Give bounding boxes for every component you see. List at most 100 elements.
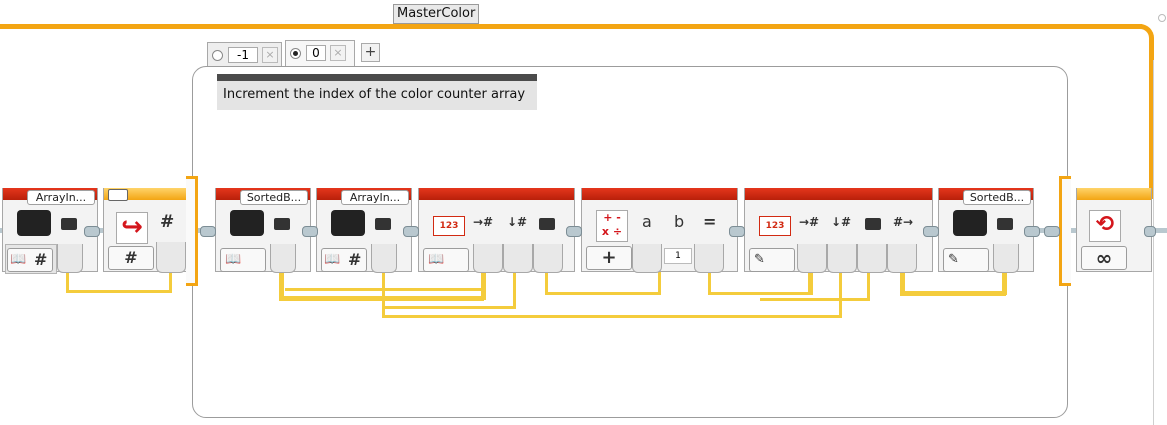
variable-name-label[interactable]: ArrayIn... [341,190,409,205]
sequence-connector[interactable] [1144,226,1156,237]
variable-block-sortedb-2[interactable]: SortedB... ✎ [938,188,1034,273]
sequence-connector[interactable] [200,226,216,237]
input-b-value[interactable]: 1 [664,248,692,264]
variable-name-label[interactable]: SortedB... [963,190,1031,205]
sequence-connector[interactable] [729,226,745,237]
index-input-plug[interactable] [827,244,857,273]
case-radio-minus1[interactable] [212,50,223,61]
block-header [419,188,574,200]
block-header [745,188,932,200]
array-icon: 123 [759,216,791,236]
briefcase-small-icon [61,218,77,230]
math-block[interactable]: + -x ÷ a b = + 1 [581,188,738,273]
wire [760,298,870,301]
loop-name-label[interactable]: MasterColor [393,4,480,24]
number-type-icon: # [34,250,48,269]
switch-block[interactable]: ↪ # # [103,188,187,273]
array-operations-block-read[interactable]: 123 →# ↓# 📖 [418,188,575,273]
loop-end-block[interactable]: ⟲ ∞ [1076,188,1152,272]
index-input-plug[interactable] [503,244,533,273]
input-b-label: b [674,212,685,231]
index-input-icon: ↓# [507,215,528,229]
loop-frame-top [0,24,1142,29]
suitcase-icon [230,210,264,236]
block-header [582,188,737,200]
case-delete-minus1[interactable]: × [262,47,278,63]
variable-block-arrayin-2[interactable]: ArrayIn... 📖 # [316,188,412,273]
case-value-0[interactable]: 0 [306,45,326,61]
numeric-icon: # [160,212,175,232]
array-operations-block-write[interactable]: 123 →# ↓# #→ ✎ [744,188,933,273]
mode-selector-button[interactable]: 📖 # [321,248,367,272]
variable-block-sortedb-1[interactable]: SortedB... 📖 [215,188,311,273]
book-index-icon: 📖 [428,252,445,267]
mode-selector-button[interactable]: 📖 [423,248,469,272]
sequence-connector[interactable] [1024,226,1040,237]
result-label: = [703,212,717,231]
wire-thick [900,291,1006,296]
case-radio-0[interactable] [290,48,301,59]
wire [66,270,69,292]
input-a-label: a [642,212,652,231]
infinity-icon[interactable]: ∞ [1081,246,1127,270]
loop-frame-resize[interactable] [1158,14,1166,22]
mode-selector-button[interactable]: 📖 # [7,248,53,272]
value-input-plug[interactable] [857,244,887,273]
array-input-icon: →# [473,215,494,229]
book-icon: 📖 [324,252,341,267]
loop-frame-right-edge [1153,60,1154,425]
sequence-connector[interactable] [403,226,419,237]
array-input-plug[interactable] [797,244,827,273]
wire [658,270,661,294]
wire-thick [481,270,486,300]
comment-box[interactable]: Increment the index of the color counter… [217,74,537,110]
view-toggle-icon[interactable] [108,189,128,201]
output-plug[interactable] [270,244,296,273]
result-plug[interactable] [694,244,724,273]
input-plug[interactable] [993,244,1019,273]
case-tab-0[interactable]: 0 × [285,40,355,67]
book-icon: 📖 [10,252,27,267]
variable-name-label[interactable]: SortedB... [240,190,308,205]
wire [382,306,516,309]
wire [708,270,711,294]
mode-selector-button[interactable]: 📖 [220,248,266,272]
wire [513,270,516,308]
wire [867,270,870,300]
block-header [1077,188,1151,200]
wire [285,288,485,291]
array-output-plug[interactable] [887,244,917,273]
comment-text: Increment the index of the color counter… [223,87,526,102]
mode-selector-button[interactable]: # [108,246,154,270]
output-plug[interactable] [57,244,83,273]
variable-name-label[interactable]: ArrayIn... [27,190,95,205]
loop-icon: ⟲ [1089,210,1121,242]
case-value-minus1[interactable]: -1 [228,47,258,63]
case-tab-minus1[interactable]: -1 × [207,42,282,67]
input-plug[interactable] [156,242,186,273]
add-case-button[interactable]: + [361,43,380,62]
sequence-connector[interactable] [1044,226,1060,237]
sequence-connector[interactable] [302,226,318,237]
output-plug[interactable] [371,244,397,273]
sequence-connector[interactable] [566,226,582,237]
wire [169,270,172,292]
add-mode-button[interactable]: + [586,246,632,270]
input-a-plug[interactable] [632,244,662,273]
pencil-index-icon: ✎ [754,252,765,267]
wire [545,292,661,295]
mode-selector-button[interactable]: ✎ [749,248,795,272]
briefcase-small-icon [865,218,881,230]
sequence-connector[interactable] [84,226,100,237]
briefcase-small-icon [539,218,555,230]
wire-thick [808,270,813,295]
mode-selector-button[interactable]: ✎ [943,248,989,272]
value-output-plug[interactable] [533,244,563,273]
array-input-plug[interactable] [473,244,503,273]
wire [839,270,842,318]
switch-end-bar [1059,176,1071,286]
sequence-connector[interactable] [923,226,939,237]
array-icon: 123 [433,216,465,236]
case-delete-0[interactable]: × [330,45,346,61]
suitcase-icon [331,210,365,236]
